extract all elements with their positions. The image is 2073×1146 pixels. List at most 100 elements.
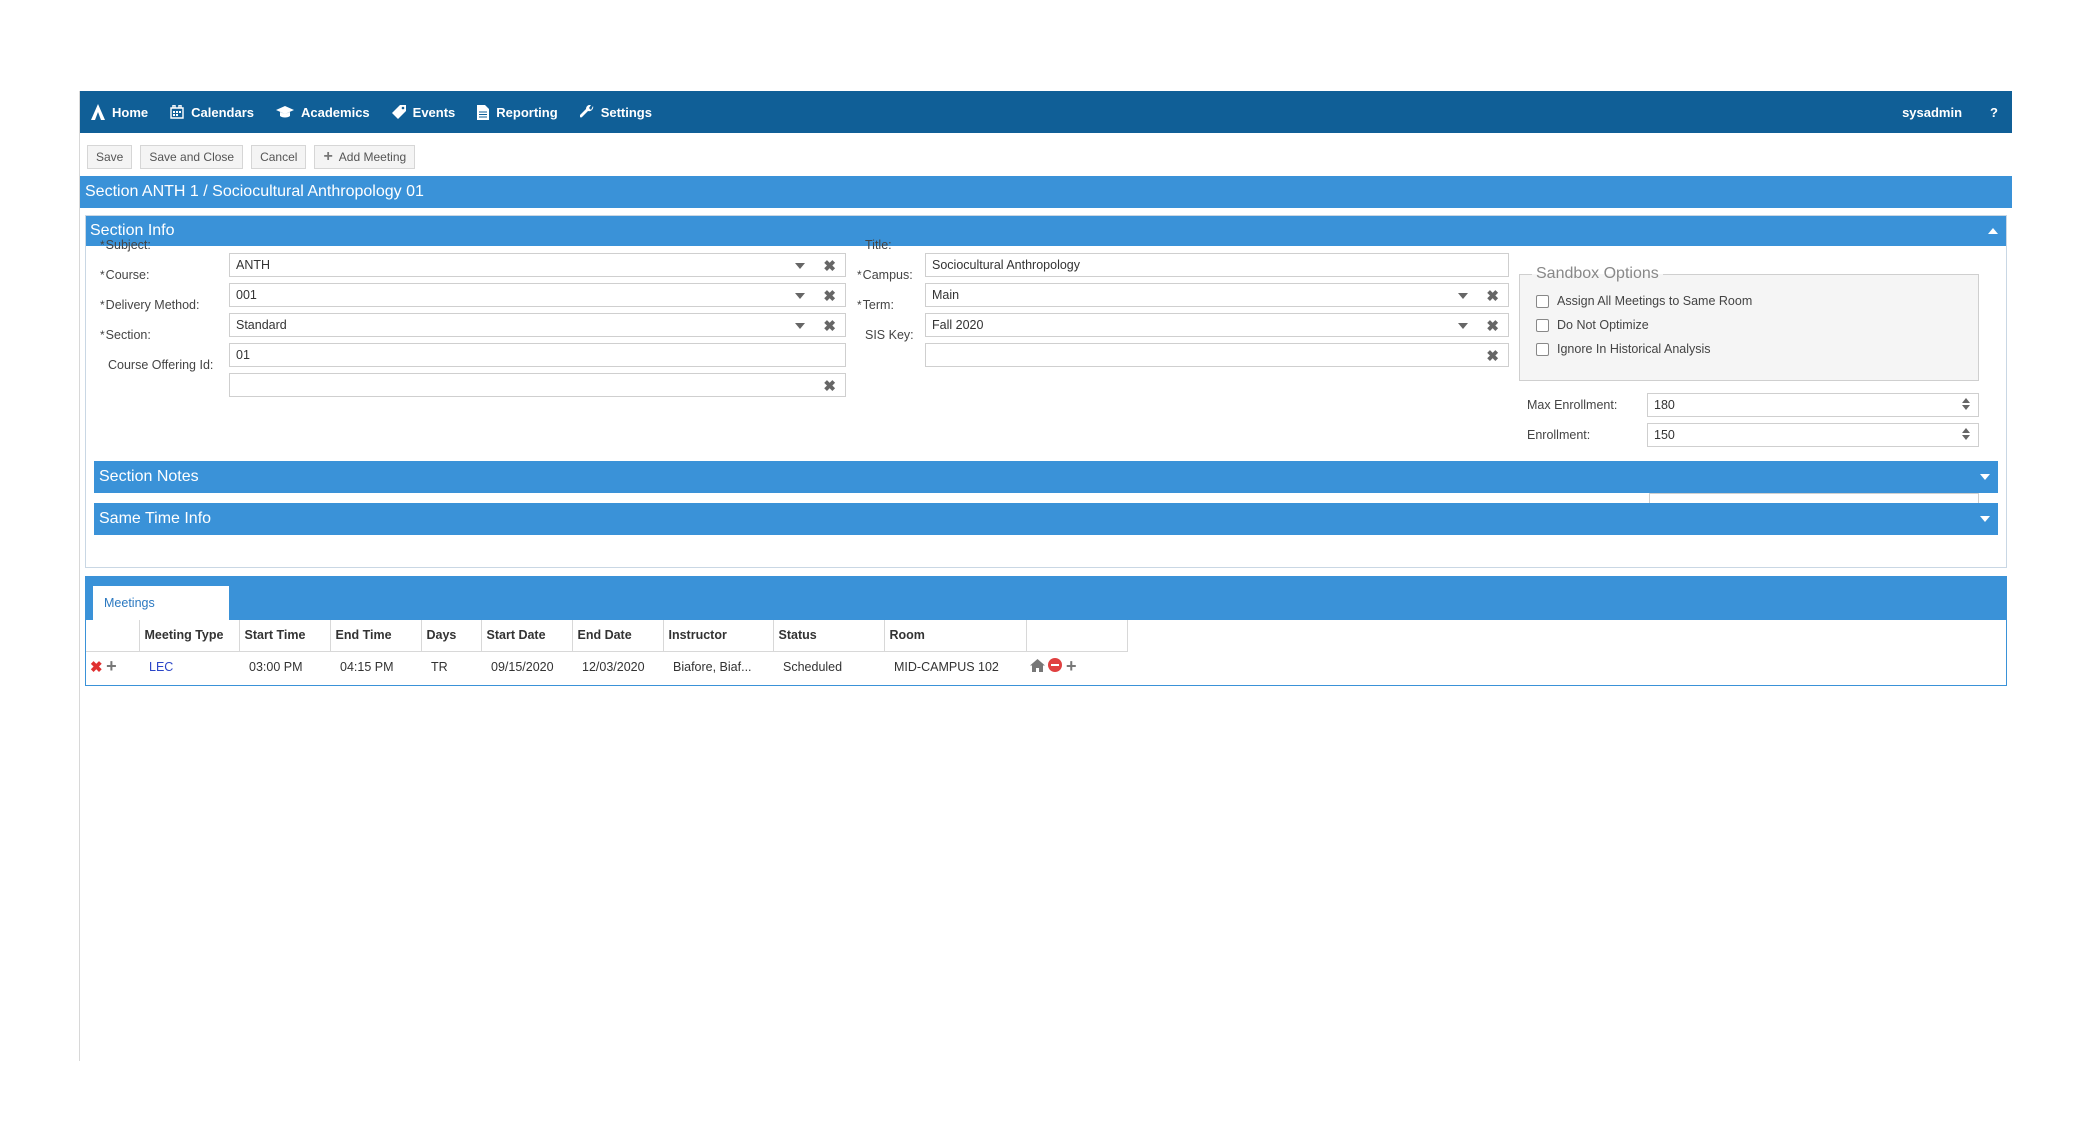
title-input[interactable]: Sociocultural Anthropology [925, 253, 1509, 277]
user-menu[interactable]: sysadmin [1888, 91, 1976, 133]
course-offering-input[interactable]: ✖ [229, 373, 846, 397]
max-enrollment-value: 180 [1654, 398, 1675, 412]
section-label-row: * Section: [100, 328, 151, 342]
meeting-type-link[interactable]: LEC [149, 660, 173, 674]
assign-same-room-label: Assign All Meetings to Same Room [1557, 294, 1753, 308]
subject-label: Subject: [105, 238, 151, 252]
clear-icon[interactable]: ✖ [823, 377, 836, 395]
campus-select[interactable]: Main ✖ [925, 283, 1509, 307]
username: sysadmin [1902, 104, 1963, 120]
delivery-method-select[interactable]: Standard ✖ [229, 313, 846, 337]
column-header[interactable]: End Time [330, 620, 422, 652]
sis-key-input[interactable]: ✖ [925, 343, 1509, 367]
chevron-down-icon[interactable] [795, 263, 805, 269]
campus-label-row: * Campus: [857, 268, 913, 282]
subject-label-row: * Subject: [100, 238, 151, 252]
save-and-close-button[interactable]: Save and Close [140, 145, 244, 169]
collapse-up-icon[interactable] [1988, 228, 1998, 234]
nav-calendars-label: Calendars [191, 104, 254, 120]
course-value: 001 [236, 288, 257, 302]
checkbox-icon[interactable] [1536, 294, 1549, 308]
campus-label: Campus: [862, 268, 913, 282]
section-label: Section: [105, 328, 151, 342]
meetings-table: Meeting Type Start Time End Time Days St… [86, 620, 1128, 682]
campus-value: Main [932, 288, 960, 302]
clear-icon[interactable]: ✖ [1486, 347, 1499, 365]
add-meeting-label: Add Meeting [338, 150, 407, 164]
section-notes-header[interactable]: Section Notes [94, 461, 1998, 493]
clear-icon[interactable]: ✖ [823, 287, 836, 305]
section-info-header[interactable]: Section Info [86, 216, 2006, 246]
course-offering-label: Course Offering Id: [108, 358, 214, 372]
column-header[interactable]: Status [773, 620, 885, 652]
clear-icon[interactable]: ✖ [1486, 317, 1499, 335]
start-date-cell: 09/15/2020 [491, 659, 554, 674]
column-header[interactable]: Start Time [239, 620, 331, 652]
sandbox-options: Sandbox Options Assign All Meetings to S… [1519, 265, 1979, 381]
assign-same-room-checkbox[interactable]: Assign All Meetings to Same Room [1536, 289, 1962, 313]
app: Home Calendars Academics Events Reportin… [79, 91, 2012, 1061]
plus-icon: + [323, 148, 333, 165]
expand-down-icon[interactable] [1980, 516, 1990, 522]
course-label-row: * Course: [100, 268, 150, 282]
remove-circle-icon[interactable] [1048, 658, 1063, 673]
expand-down-icon[interactable] [1980, 474, 1990, 480]
sandbox-legend: Sandbox Options [1536, 265, 1659, 282]
nav-events[interactable]: Events [381, 91, 467, 133]
row-actions-column-header [1026, 620, 1128, 652]
add-meeting-button[interactable]: + Add Meeting [314, 145, 416, 169]
clear-icon[interactable]: ✖ [823, 317, 836, 335]
help-button[interactable]: ? [1976, 91, 2012, 133]
meeting-type-cell: LEC [139, 651, 239, 682]
subject-value: ANTH [236, 258, 271, 272]
spinner-icon[interactable] [1962, 398, 1970, 410]
chevron-down-icon[interactable] [795, 293, 805, 299]
sis-key-label: SIS Key: [865, 328, 914, 342]
add-icon[interactable]: + [106, 656, 117, 676]
nav-academics[interactable]: Academics [265, 91, 381, 133]
subject-select[interactable]: ANTH ✖ [229, 253, 846, 277]
end-date-cell: 12/03/2020 [582, 659, 645, 674]
delivery-method-label: Delivery Method: [105, 298, 200, 312]
checkbox-icon[interactable] [1536, 342, 1549, 356]
nav-calendars[interactable]: Calendars [159, 91, 265, 133]
same-time-info-header[interactable]: Same Time Info [94, 503, 1998, 535]
tab-meetings[interactable]: Meetings [93, 586, 229, 620]
nav-events-label: Events [412, 104, 456, 120]
column-header[interactable]: Instructor [663, 620, 774, 652]
save-button[interactable]: Save [87, 145, 133, 169]
term-select[interactable]: Fall 2020 ✖ [925, 313, 1509, 337]
enrollment-value: 150 [1654, 428, 1675, 442]
clear-icon[interactable]: ✖ [1486, 287, 1499, 305]
top-navbar: Home Calendars Academics Events Reportin… [80, 91, 2012, 133]
column-header[interactable]: End Date [572, 620, 664, 652]
term-label-row: * Term: [857, 298, 894, 312]
nav-academics-label: Academics [301, 104, 370, 120]
section-input[interactable]: 01 [229, 343, 846, 367]
course-select[interactable]: 001 ✖ [229, 283, 846, 307]
enrollment-input[interactable]: 150 [1647, 423, 1979, 447]
do-not-optimize-checkbox[interactable]: Do Not Optimize [1536, 313, 1962, 337]
delete-icon[interactable]: ✖ [90, 659, 103, 676]
chevron-down-icon[interactable] [1458, 293, 1468, 299]
checkbox-icon[interactable] [1536, 318, 1549, 332]
column-header[interactable]: Room [884, 620, 1027, 652]
column-header[interactable]: Meeting Type [139, 620, 240, 652]
spinner-icon[interactable] [1962, 428, 1970, 440]
days-cell: TR [431, 659, 448, 674]
column-header[interactable]: Start Date [481, 620, 573, 652]
column-header[interactable]: Days [421, 620, 482, 652]
ignore-historical-checkbox[interactable]: Ignore In Historical Analysis [1536, 337, 1962, 361]
help-icon: ? [1990, 104, 1998, 120]
nav-settings[interactable]: Settings [569, 91, 663, 133]
actions-column-header [86, 620, 140, 652]
nav-reporting[interactable]: Reporting [466, 91, 568, 133]
chevron-down-icon[interactable] [1458, 323, 1468, 329]
add-room-icon[interactable]: + [1066, 656, 1077, 676]
clear-icon[interactable]: ✖ [823, 257, 836, 275]
max-enrollment-input[interactable]: 180 [1647, 393, 1979, 417]
nav-home[interactable]: Home [80, 91, 159, 133]
cancel-button[interactable]: Cancel [251, 145, 307, 169]
home-icon[interactable] [1030, 659, 1045, 673]
chevron-down-icon[interactable] [795, 323, 805, 329]
